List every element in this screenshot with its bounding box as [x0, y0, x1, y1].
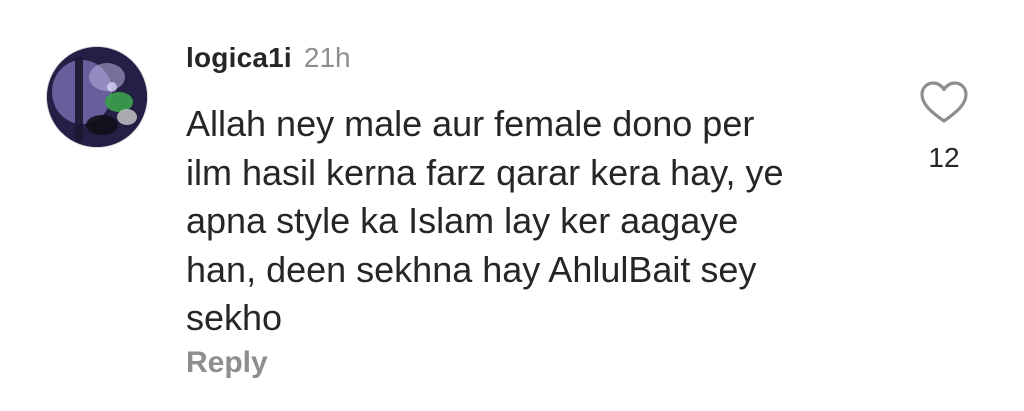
comment-item: logica1i 21h Allah ney male aur female d… — [0, 0, 1024, 411]
heart-outline-icon[interactable] — [919, 80, 969, 124]
comment-text-line: ilm hasil kerna farz qarar kera hay, ye — [186, 151, 784, 193]
username[interactable]: logica1i — [186, 42, 292, 74]
timestamp: 21h — [303, 42, 351, 73]
comment-text-line: sekho — [186, 297, 283, 338]
reply-button[interactable]: Reply — [186, 346, 268, 380]
like-area: 12 — [912, 80, 976, 174]
like-count: 12 — [928, 142, 960, 173]
comment-text-line: apna style ka Islam lay ker aagaye — [186, 200, 739, 241]
avatar-photo — [47, 47, 147, 147]
avatar[interactable] — [46, 46, 148, 148]
comment-header: logica1i 21h — [186, 42, 351, 78]
comment-text: Allah ney male aur female dono per ilm h… — [186, 100, 846, 343]
comment-text-line: Allah ney male aur female dono per — [186, 103, 755, 144]
comment-text-line: han, deen sekhna hay AhlulBait sey — [186, 248, 757, 290]
